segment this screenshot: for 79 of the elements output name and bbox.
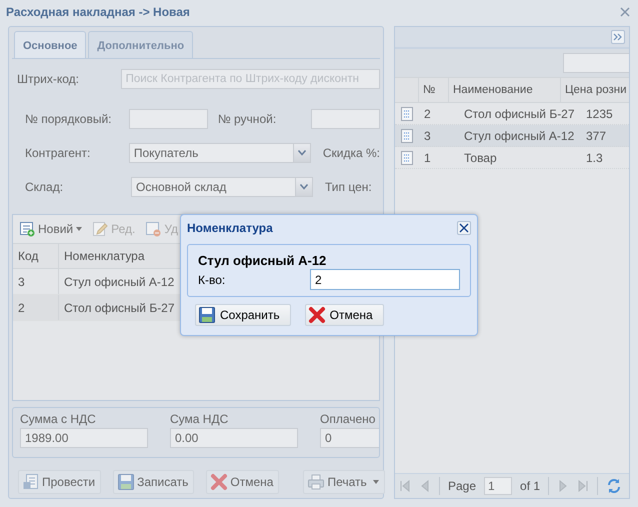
table-cell-text: Стул офисный А-12 — [63, 274, 176, 289]
chevron-down-icon — [300, 184, 308, 190]
action-button[interactable]: Печать — [303, 470, 385, 494]
dialog-button[interactable]: Сохранить — [195, 304, 291, 326]
close-button[interactable] — [457, 221, 471, 235]
last-page-icon[interactable] — [577, 480, 590, 492]
total-field[interactable]: 0.00 — [170, 428, 298, 448]
printer-icon — [307, 473, 326, 491]
dropdown-button[interactable] — [292, 143, 311, 163]
field-label: К-во: — [198, 272, 226, 286]
document-icon — [400, 128, 414, 144]
column-header[interactable]: Код — [13, 244, 59, 268]
document-icon — [22, 473, 40, 491]
input-field[interactable] — [129, 109, 208, 129]
action-button[interactable]: Отмена — [206, 470, 280, 494]
table-cell: 2 — [13, 295, 59, 320]
table-row[interactable]: 3 Стул офисный А-12 377 — [395, 125, 629, 147]
field-label: Сума НДС — [170, 412, 230, 426]
dropdown-button[interactable] — [295, 177, 313, 197]
first-page-icon[interactable] — [399, 480, 411, 492]
field-label: Оплачено — [320, 412, 376, 426]
pencil-icon — [92, 221, 108, 238]
page-count: of 1 — [520, 479, 540, 493]
field-label: Штрих-код: — [17, 72, 80, 86]
column-header[interactable]: Номенклатура — [59, 249, 150, 264]
field-label: Сумма с НДС — [20, 412, 97, 426]
action-button[interactable]: Записать — [113, 470, 194, 494]
table-cell-text: Стул офисный А-12 — [463, 128, 576, 142]
new-document-icon — [19, 221, 35, 238]
column-header[interactable]: Наименование — [449, 78, 561, 102]
dialog-button[interactable]: Отмена — [304, 304, 384, 326]
warehouse-combo[interactable]: Основной склад — [131, 177, 295, 197]
chevron-down-icon — [298, 150, 306, 156]
table-row[interactable]: 1 Товар 1.3 — [395, 147, 629, 169]
table-cell-text: 1235 — [585, 106, 614, 120]
page-label: Page — [448, 479, 476, 493]
total-field[interactable]: 0 — [320, 428, 379, 448]
table-cell-text: Стол офисный Б-27 — [463, 106, 576, 120]
field-label: Скидка %: — [322, 146, 380, 160]
cross-icon — [210, 473, 228, 491]
tab[interactable]: Основное — [14, 31, 86, 58]
item-name: Стул офисный А-12 — [198, 253, 328, 268]
field-label: Контрагент: — [25, 146, 92, 160]
table-cell-text: 1 — [423, 150, 432, 164]
prev-page-icon[interactable] — [419, 480, 431, 492]
quantity-field[interactable]: 2 — [310, 269, 460, 290]
window-title: Расходная накладная -> Новая — [6, 5, 190, 19]
table-cell-text: Стол офисный Б-27 — [63, 300, 176, 315]
remove-document-icon — [145, 221, 162, 238]
refresh-icon[interactable] — [606, 478, 622, 494]
double-chevron-icon — [613, 33, 623, 41]
table-cell-text: 377 — [585, 128, 608, 142]
column-header[interactable]: № — [419, 78, 449, 102]
close-icon — [459, 223, 469, 233]
toolbar-button[interactable]: Новий — [19, 221, 82, 238]
document-icon — [400, 106, 414, 122]
next-page-icon[interactable] — [557, 480, 570, 492]
page-field[interactable]: 1 — [484, 477, 512, 495]
table-cell: 3 — [13, 269, 59, 294]
table-cell-text: 3 — [423, 128, 432, 142]
field-label: Тип цен: — [324, 180, 372, 194]
table-cell-text: 1.3 — [585, 150, 604, 164]
close-icon[interactable] — [620, 7, 630, 17]
cross-icon — [308, 306, 326, 324]
counterparty-combo[interactable]: Покупатель — [128, 143, 293, 163]
table-cell-text: Товар — [463, 150, 498, 164]
field-label: № порядковый: — [25, 112, 113, 126]
search-field[interactable] — [563, 53, 629, 73]
dialog-title: Номенклатура — [187, 221, 273, 235]
field-label: Склад: — [25, 180, 64, 194]
column-header[interactable]: Цена розни — [561, 78, 629, 102]
document-icon — [400, 150, 414, 166]
tab[interactable]: Дополнительно — [88, 31, 194, 58]
field-label: № ручной: — [216, 112, 278, 126]
total-field[interactable]: 1989.00 — [20, 428, 148, 448]
action-button[interactable]: Провести — [18, 470, 102, 494]
input-field[interactable] — [311, 109, 380, 129]
expand-button[interactable] — [611, 30, 625, 44]
table-cell-text: 2 — [423, 106, 432, 120]
